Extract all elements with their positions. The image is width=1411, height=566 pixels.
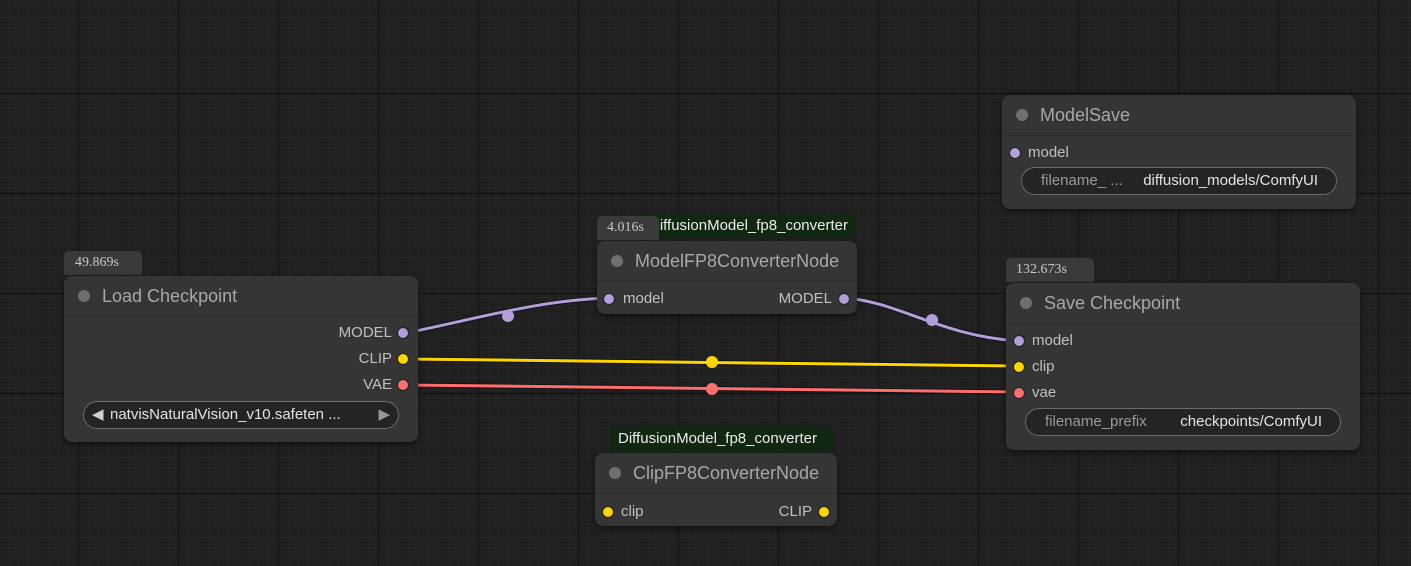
right-arrow-icon[interactable]: ▶	[378, 402, 390, 428]
left-arrow-icon[interactable]: ◀	[92, 402, 104, 428]
slot-label: vae	[1032, 384, 1057, 401]
filename-prefix-field[interactable]: filename_prefix checkpoints/ComfyUI	[1025, 408, 1341, 436]
node-title: ModelFP8ConverterNode	[635, 250, 840, 271]
node-header[interactable]: ModelSave	[1002, 95, 1356, 136]
node-header[interactable]: ClipFP8ConverterNode	[595, 453, 837, 494]
model-input-dot-icon[interactable]	[1014, 336, 1024, 346]
node-group-title: DiffusionModel_fp8_converter	[640, 214, 856, 238]
slot-label: model	[1028, 144, 1069, 161]
output-slot-clip[interactable]: CLIP	[359, 349, 410, 369]
clip-input-dot-icon[interactable]	[1014, 362, 1024, 372]
widget-label: filename_ ...	[1041, 172, 1123, 189]
wire-midpoint-model-2[interactable]	[926, 314, 938, 326]
widget-label: filename_prefix	[1045, 413, 1147, 430]
wire-model-load-to-fp8[interactable]	[405, 295, 610, 336]
wire-clip[interactable]	[405, 357, 1020, 368]
slot-label: MODEL	[778, 290, 832, 307]
filename-prefix-field[interactable]: filename_ ... diffusion_models/ComfyUI	[1021, 167, 1337, 195]
wire-midpoint-clip[interactable]	[706, 356, 718, 368]
node-header[interactable]: Load Checkpoint	[64, 276, 418, 317]
clip-input-dot-icon[interactable]	[603, 507, 613, 517]
collapse-dot-icon[interactable]	[1016, 109, 1028, 121]
wire-model-load-to-fp8[interactable]	[405, 296, 610, 335]
collapse-dot-icon[interactable]	[1020, 297, 1032, 309]
clip-output-dot-icon[interactable]	[819, 507, 829, 517]
input-slot-clip[interactable]: clip	[1014, 357, 1055, 377]
model-output-dot-icon[interactable]	[398, 328, 408, 338]
input-slot-model[interactable]: model	[1010, 143, 1069, 163]
clip-output-dot-icon[interactable]	[398, 354, 408, 364]
ckpt-name-combo[interactable]: ◀ natvisNaturalVision_v10.safeten ... ▶	[83, 401, 399, 429]
output-slot-model[interactable]: MODEL	[779, 289, 850, 309]
wire-model-fp8-to-save[interactable]	[844, 295, 1020, 344]
execution-time-badge: 4.016s	[597, 216, 659, 240]
load-checkpoint-node[interactable]: Load Checkpoint MODEL CLIP VAE ◀ natvisN…	[64, 276, 418, 442]
ckpt-name-value: natvisNaturalVision_v10.safeten ...	[110, 406, 341, 423]
model-fp8-converter-node[interactable]: ModelFP8ConverterNode model MODEL	[597, 241, 857, 314]
collapse-dot-icon[interactable]	[78, 290, 90, 302]
node-title: Load Checkpoint	[102, 285, 238, 306]
model-input-dot-icon[interactable]	[1010, 148, 1020, 158]
model-input-dot-icon[interactable]	[604, 294, 614, 304]
slot-label: MODEL	[338, 324, 392, 341]
clip-fp8-converter-node[interactable]: ClipFP8ConverterNode clip CLIP	[595, 453, 837, 526]
slot-label: CLIP	[358, 350, 392, 367]
input-slot-model[interactable]: model	[1014, 331, 1073, 351]
wire-midpoint-model-1[interactable]	[502, 310, 514, 322]
slot-label: VAE	[363, 376, 392, 393]
slot-label: clip	[621, 503, 644, 520]
collapse-dot-icon[interactable]	[609, 467, 621, 479]
input-slot-clip[interactable]: clip	[603, 502, 644, 522]
node-header[interactable]: Save Checkpoint	[1006, 283, 1360, 324]
vae-output-dot-icon[interactable]	[398, 380, 408, 390]
execution-time-badge: 132.673s	[1006, 258, 1094, 282]
node-title: ClipFP8ConverterNode	[633, 462, 820, 483]
slot-label: model	[623, 290, 664, 307]
output-slot-clip[interactable]: CLIP	[779, 502, 830, 522]
node-group-title: DiffusionModel_fp8_converter	[610, 427, 834, 451]
slot-label: CLIP	[778, 503, 812, 520]
execution-time-badge: 49.869s	[64, 251, 142, 275]
input-slot-model[interactable]: model	[604, 289, 664, 309]
wire-vae[interactable]	[405, 383, 1020, 394]
node-title: Save Checkpoint	[1044, 292, 1181, 313]
widget-value: diffusion_models/ComfyUI	[1143, 172, 1318, 189]
model-output-dot-icon[interactable]	[839, 294, 849, 304]
save-checkpoint-node[interactable]: Save Checkpoint model clip vae filename_…	[1006, 283, 1360, 450]
node-header[interactable]: ModelFP8ConverterNode	[597, 241, 857, 282]
wire-clip[interactable]	[405, 356, 1020, 369]
widget-value: checkpoints/ComfyUI	[1180, 413, 1322, 430]
wire-vae[interactable]	[405, 382, 1020, 395]
node-title: ModelSave	[1040, 104, 1131, 125]
collapse-dot-icon[interactable]	[611, 255, 623, 267]
model-save-node[interactable]: ModelSave model filename_ ... diffusion_…	[1002, 95, 1356, 209]
slot-label: model	[1032, 332, 1073, 349]
output-slot-model[interactable]: MODEL	[339, 323, 410, 343]
input-slot-vae[interactable]: vae	[1014, 383, 1056, 403]
wire-model-fp8-to-save[interactable]	[844, 296, 1020, 343]
slot-label: clip	[1032, 358, 1055, 375]
wire-midpoint-vae[interactable]	[706, 383, 718, 395]
output-slot-vae[interactable]: VAE	[363, 375, 410, 395]
vae-input-dot-icon[interactable]	[1014, 388, 1024, 398]
